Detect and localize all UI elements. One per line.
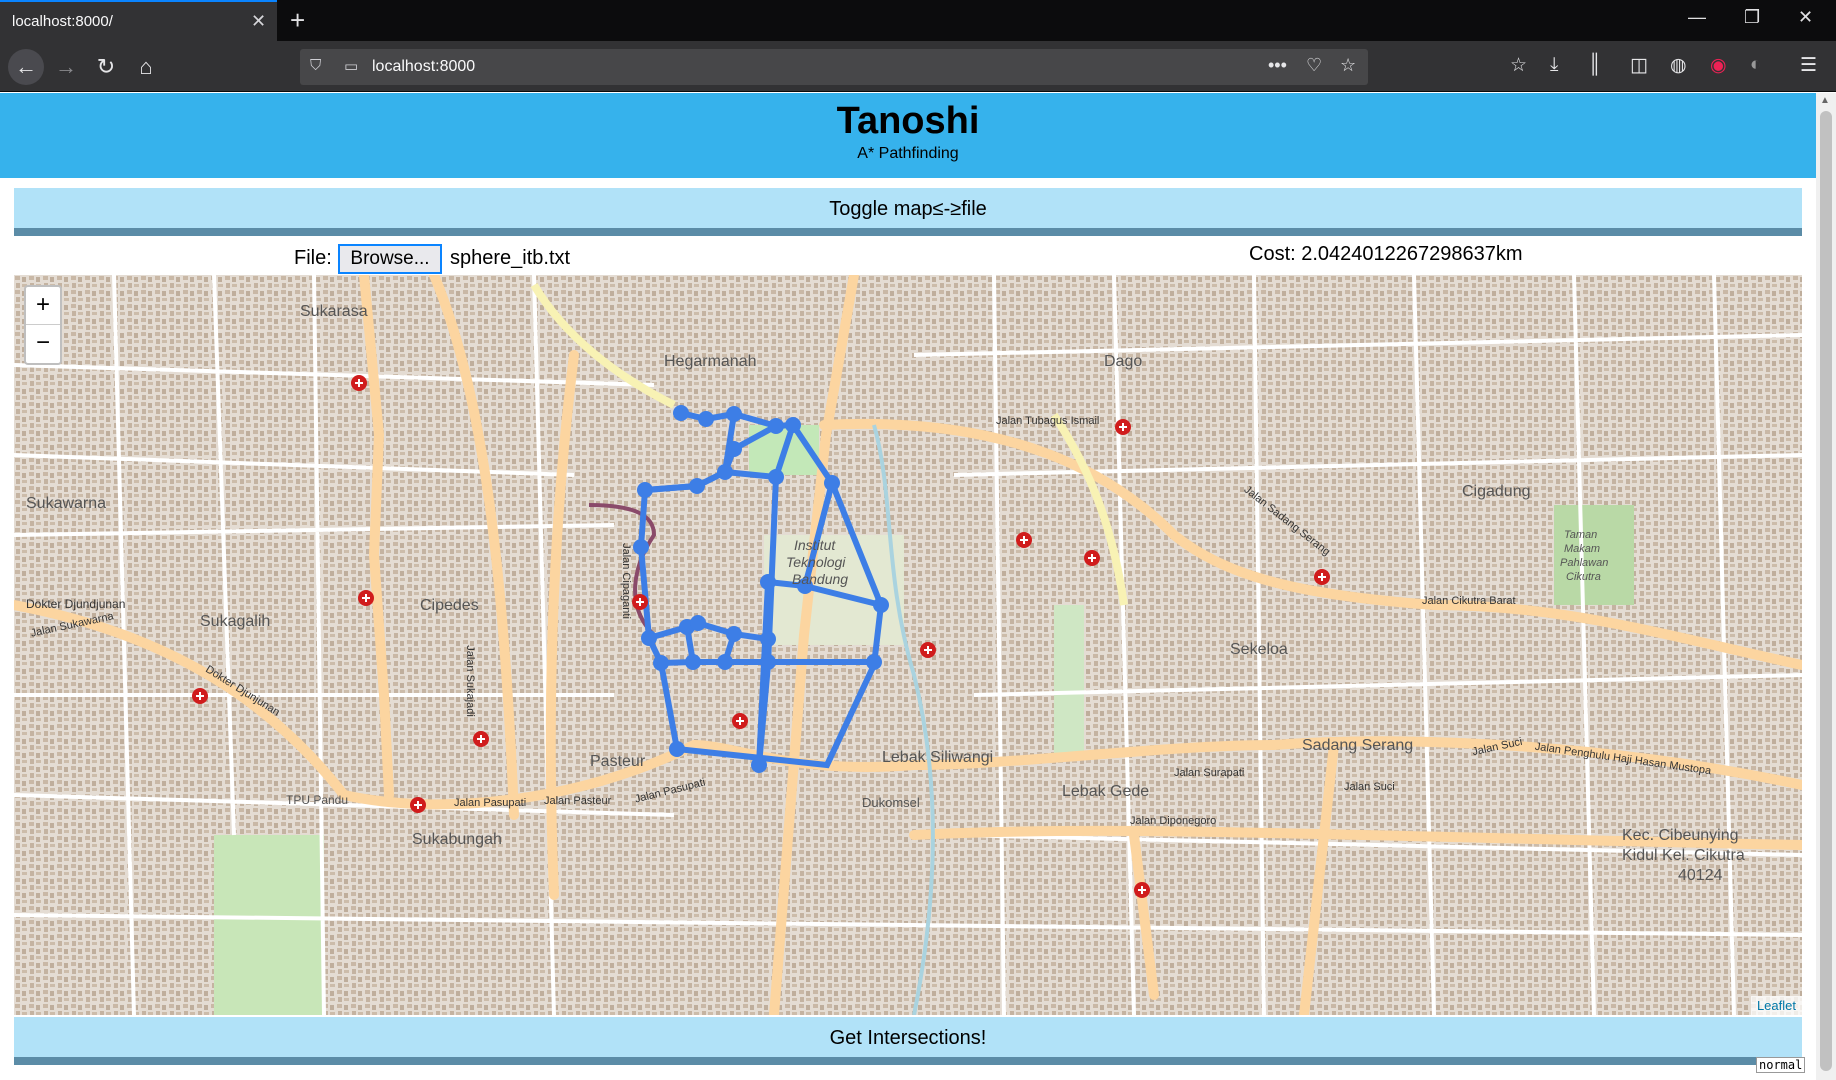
- shield-icon[interactable]: ⛉: [310, 57, 321, 74]
- page-icon: ▭: [344, 58, 359, 75]
- area-label: Lebak Siliwangi: [882, 749, 994, 766]
- area-label: Dukomsel: [862, 795, 920, 810]
- plus-icon[interactable]: +: [290, 5, 305, 36]
- map-container[interactable]: Sukarasa Hegarmanah Dago Sukawarna Cigad…: [14, 275, 1802, 1015]
- road-label: Jalan Diponegoro: [1130, 815, 1217, 827]
- area-label: Dago: [1104, 353, 1143, 370]
- area-label: Sukarasa: [300, 303, 368, 320]
- area-label: Institut: [794, 537, 836, 553]
- area-label: Sadang Serang: [1302, 737, 1414, 754]
- pocket-icon[interactable]: ♡: [1306, 55, 1322, 76]
- minimize-icon[interactable]: —: [1688, 7, 1706, 28]
- download-icon[interactable]: ⤓: [1550, 54, 1558, 76]
- taman-makam-park: [1554, 505, 1634, 605]
- scrollbar-thumb[interactable]: [1820, 111, 1832, 1071]
- extension-icon[interactable]: ◍: [1670, 54, 1687, 77]
- menu-icon[interactable]: ☰: [1800, 54, 1817, 77]
- file-label: File:: [294, 247, 332, 269]
- area-label: Cigadung: [1462, 483, 1531, 500]
- scrollbar[interactable]: ▲: [1816, 93, 1836, 1080]
- more-icon[interactable]: •••: [1268, 55, 1287, 76]
- area-label: Cipedes: [420, 597, 479, 614]
- area-label: 40124: [1678, 867, 1723, 884]
- browser-tab[interactable]: localhost:8000/ ✕: [0, 0, 277, 41]
- area-label: Kec. Cibeunying: [1622, 827, 1739, 844]
- forward-arrow-icon[interactable]: →: [50, 51, 82, 83]
- browser-tab-bar: localhost:8000/ ✕ + — ❐ ✕: [0, 0, 1836, 41]
- page-viewport: Tanoshi A* Pathfinding Toggle map≤-≥file…: [0, 93, 1836, 1080]
- window-close-icon[interactable]: ✕: [1798, 7, 1813, 28]
- page-subtitle: A* Pathfinding: [857, 144, 959, 162]
- file-row: File: Browse... sphere_itb.txt Cost: 2.0…: [0, 241, 1816, 274]
- area-label: TPU Pandu: [286, 793, 349, 807]
- sidebar-icon[interactable]: ◫: [1630, 54, 1648, 77]
- area-label: Sukawarna: [26, 495, 107, 512]
- narrow-park: [1054, 605, 1084, 755]
- area-label: Pahlawan: [1560, 557, 1609, 569]
- road-label: Jalan Pasupati: [454, 797, 527, 809]
- back-arrow-icon[interactable]: ←: [8, 49, 44, 85]
- tab-title: localhost:8000/: [12, 13, 113, 30]
- area-label: Cikutra: [1566, 571, 1601, 583]
- area-label: Taman: [1564, 529, 1598, 541]
- map-tiles: [14, 275, 1802, 1015]
- road-label: Jalan Pasteur: [544, 795, 612, 807]
- library-icon[interactable]: ║: [1588, 54, 1601, 76]
- zoom-control: + −: [24, 285, 62, 365]
- browse-button[interactable]: Browse...: [338, 244, 442, 274]
- extension-icon[interactable]: ◐: [1750, 54, 1761, 76]
- file-name: sphere_itb.txt: [450, 247, 571, 269]
- toggle-map-file-button[interactable]: Toggle map≤-≥file: [14, 188, 1802, 236]
- star-icon[interactable]: ☆: [1340, 55, 1356, 76]
- area-label: Makam: [1564, 543, 1601, 555]
- area-label: Lebak Gede: [1062, 783, 1150, 800]
- area-label: Sukagalih: [200, 613, 271, 630]
- extension-icon[interactable]: ◉: [1710, 54, 1727, 77]
- zoom-out-button[interactable]: −: [26, 325, 60, 363]
- reload-icon[interactable]: ↻: [90, 51, 122, 83]
- restore-icon[interactable]: ❐: [1744, 7, 1760, 28]
- road-label: Jalan Suci: [1344, 781, 1395, 793]
- road-label: Jalan Cikutra Barat: [1422, 595, 1516, 607]
- home-icon[interactable]: ⌂: [130, 51, 162, 83]
- browser-nav-bar: ← → ↻ ⌂ ⛉ ▭ localhost:8000 ••• ♡ ☆ ☆ ⤓ ║…: [0, 41, 1836, 92]
- page-title: Tanoshi: [836, 100, 980, 142]
- get-intersections-button[interactable]: Get Intersections!: [14, 1017, 1802, 1065]
- area-label: Kidul Kel. Cikutra: [1622, 847, 1745, 864]
- area-label: Pasteur: [590, 753, 646, 770]
- leaflet-attribution-link[interactable]: Leaflet: [1750, 996, 1802, 1015]
- url-text[interactable]: localhost:8000: [372, 58, 475, 76]
- bookmark-icon[interactable]: ☆: [1510, 54, 1527, 77]
- cemetery-park: [214, 835, 324, 1015]
- road-label: Dokter Djundjunan: [26, 597, 126, 611]
- road-label: Jalan Cipaganti: [619, 543, 632, 619]
- close-icon[interactable]: ✕: [251, 11, 266, 32]
- page-header: Tanoshi A* Pathfinding: [0, 93, 1816, 178]
- cost-display: Cost: 2.0424012267298637km: [1249, 243, 1523, 265]
- area-label: Teknologi: [786, 554, 846, 570]
- area-label: Sekeloa: [1230, 641, 1288, 658]
- scroll-up-arrow-icon[interactable]: ▲: [1820, 95, 1830, 106]
- area-label: Sukabungah: [412, 831, 502, 848]
- area-label: Hegarmanah: [664, 353, 757, 370]
- status-tag: normal: [1756, 1057, 1806, 1073]
- road-label: Jalan Sukajadi: [463, 645, 476, 717]
- road-label: Jalan Surapati: [1174, 767, 1245, 779]
- road-label: Jalan Tubagus Ismail: [996, 415, 1100, 427]
- url-bar[interactable]: ⛉ ▭ localhost:8000 ••• ♡ ☆: [300, 49, 1368, 85]
- area-label: Bandung: [792, 571, 849, 587]
- zoom-in-button[interactable]: +: [26, 287, 60, 325]
